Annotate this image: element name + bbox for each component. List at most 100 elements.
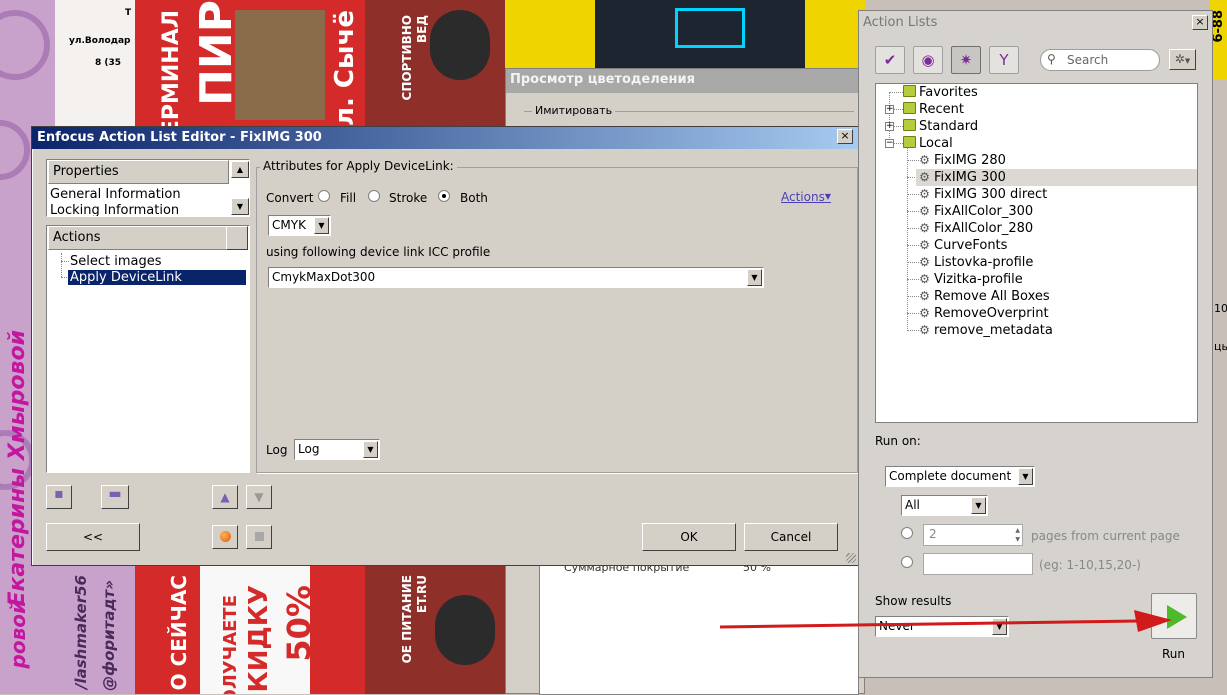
- attributes-legend: Attributes for Apply DeviceLink:: [260, 159, 457, 173]
- profile-select[interactable]: CmykMaxDot300 ▼: [268, 267, 764, 288]
- background-circuit-banner: [595, 0, 805, 70]
- run-on-select[interactable]: Complete document ▼: [885, 466, 1035, 487]
- red-arrow-annotation: [720, 610, 1172, 632]
- stroke-radio-label: Stroke: [389, 191, 428, 205]
- folder-icon: [903, 136, 916, 148]
- ok-button[interactable]: OK: [642, 523, 736, 551]
- gear-icon: ✷: [959, 51, 973, 69]
- tree-item-listovka-profile[interactable]: ⚙ Listovka-profile: [918, 254, 1033, 271]
- action-gear-icon: ⚙: [919, 238, 930, 252]
- background-wood-banner-bottom: ОЕ ПИТАНИЕ ET.RU: [365, 565, 505, 694]
- stop-button[interactable]: [246, 525, 272, 549]
- checkmark-icon: ✔: [883, 51, 897, 69]
- log-dropdown-icon: ▼: [363, 441, 378, 458]
- search-input[interactable]: ⚲ Search: [1040, 49, 1160, 71]
- action-gear-icon: ⚙: [919, 306, 930, 320]
- tree-item-remove-metadata[interactable]: ⚙ remove_metadata: [918, 322, 1053, 339]
- background-handle-text-2: @форитадт»: [100, 580, 118, 691]
- convert-label: Convert: [266, 191, 314, 205]
- folder-icon: [903, 119, 916, 131]
- fill-radio[interactable]: [318, 190, 330, 202]
- tree-item-fiximg-300-direct[interactable]: ⚙ FixIMG 300 direct: [918, 186, 1047, 203]
- color-space-dropdown-icon: ▼: [314, 217, 329, 234]
- record-button[interactable]: [212, 525, 238, 549]
- page-range-radio[interactable]: [901, 556, 913, 568]
- collapse-local-icon[interactable]: −: [885, 139, 894, 148]
- tree-item-remove-all-boxes[interactable]: ⚙ Remove All Boxes: [918, 288, 1050, 305]
- background-discount-card: ПОЛУЧАЕТЕ СКИДКУ 50%: [200, 565, 310, 694]
- tree-item-fiximg-300[interactable]: ⚙ FixIMG 300: [916, 169, 1197, 186]
- actions-menu-link[interactable]: Actions▼: [781, 190, 831, 204]
- tree-item-vizitka-profile[interactable]: ⚙ Vizitka-profile: [918, 271, 1023, 288]
- action-gear-icon: ⚙: [919, 187, 930, 201]
- expand-recent-icon[interactable]: +: [885, 105, 894, 114]
- stroke-radio[interactable]: [368, 190, 380, 202]
- actions-list[interactable]: Actions Select images Apply DeviceLink: [46, 225, 250, 473]
- tree-item-fixallcolor-280[interactable]: ⚙ FixAllColor_280: [918, 220, 1033, 237]
- log-select[interactable]: Log ▼: [294, 439, 380, 460]
- collapse-button[interactable]: <<: [46, 523, 140, 551]
- tree-item-curvefonts[interactable]: ⚙ CurveFonts: [918, 237, 1007, 254]
- properties-item-locking[interactable]: Locking Information: [50, 203, 179, 216]
- settings-menu-button[interactable]: ✲▼: [1169, 49, 1196, 70]
- both-radio[interactable]: [438, 190, 450, 202]
- action-gear-icon: ⚙: [919, 204, 930, 218]
- add-action-button[interactable]: ▪: [46, 485, 72, 509]
- expand-standard-icon[interactable]: +: [885, 122, 894, 131]
- actions-header[interactable]: Actions: [48, 226, 227, 250]
- action-lists-close-button[interactable]: ×: [1192, 15, 1208, 30]
- properties-scroll-up[interactable]: ▲: [231, 161, 249, 178]
- tree-item-removeoverprint[interactable]: ⚙ RemoveOverprint: [918, 305, 1048, 322]
- tree-item-fixallcolor-300[interactable]: ⚙ FixAllColor_300: [918, 203, 1033, 220]
- tree-item-fiximg-280[interactable]: ⚙ FixIMG 280: [918, 152, 1006, 169]
- action-lists-tree[interactable]: + + − Favorites Recent Standard Local ⚙ F…: [875, 83, 1198, 423]
- action-gear-icon: ⚙: [919, 170, 930, 184]
- tree-folder-local[interactable]: Local: [903, 135, 953, 152]
- editor-close-button[interactable]: ×: [837, 129, 853, 144]
- tree-folder-favorites[interactable]: Favorites: [903, 84, 978, 101]
- background-white-card: ул.Володар Т 8 (35: [55, 0, 135, 130]
- properties-header[interactable]: Properties: [48, 160, 229, 184]
- properties-list[interactable]: Properties General Information Locking I…: [46, 159, 250, 217]
- action-gear-icon: ⚙: [919, 221, 930, 235]
- cancel-button[interactable]: Cancel: [744, 523, 838, 551]
- properties-item-general[interactable]: General Information: [50, 187, 181, 202]
- local-filter-button[interactable]: ✷: [951, 46, 981, 74]
- properties-scroll-down[interactable]: ▼: [231, 198, 249, 215]
- background-handle-text: /lashmaker56: [72, 575, 90, 689]
- move-up-button[interactable]: ▲: [212, 485, 238, 509]
- globe-icon: ◉: [921, 51, 935, 69]
- tree-folder-standard[interactable]: Standard: [903, 118, 978, 135]
- action-gear-icon: ⚙: [919, 255, 930, 269]
- folder-icon: [903, 85, 916, 97]
- pages-select[interactable]: All ▼: [901, 495, 988, 516]
- pages-from-current-radio[interactable]: [901, 527, 913, 539]
- action-item-apply-devicelink[interactable]: Apply DeviceLink: [68, 270, 246, 285]
- branch-icon: Y: [999, 51, 1009, 69]
- settings-gear-icon: ✲: [1174, 52, 1185, 66]
- background-right-text: 100: [1214, 302, 1227, 315]
- tree-folder-recent[interactable]: Recent: [903, 101, 964, 118]
- editor-title: Enfocus Action List Editor - FixIMG 300: [37, 130, 322, 145]
- action-item-select-images[interactable]: Select images: [70, 254, 162, 269]
- folder-icon: [903, 102, 916, 114]
- background-name-text-2: ровой: [6, 600, 30, 669]
- global-filter-button[interactable]: ◉: [913, 46, 943, 74]
- action-gear-icon: ⚙: [919, 289, 930, 303]
- checked-filter-button[interactable]: ✔: [875, 46, 905, 74]
- resize-grip-icon[interactable]: [846, 553, 856, 563]
- stop-icon: [254, 532, 264, 541]
- remove-action-button[interactable]: ▬: [101, 485, 129, 509]
- move-down-button[interactable]: ▼: [246, 485, 272, 509]
- run-label: Run: [1162, 647, 1186, 661]
- page-range-input[interactable]: [923, 553, 1033, 575]
- merge-filter-button[interactable]: Y: [989, 46, 1019, 74]
- pages-count-stepper[interactable]: 2 ▲ ▼: [923, 524, 1023, 546]
- action-gear-icon: ⚙: [919, 153, 930, 167]
- record-icon: [219, 531, 231, 542]
- action-lists-panel: Action Lists × ✔ ◉ ✷ Y ⚲ Search ✲▼ + + −…: [858, 10, 1213, 678]
- stepper-arrows-icon: ▲ ▼: [1015, 527, 1020, 543]
- actions-header-extra: [226, 226, 248, 250]
- pages-dropdown-icon: ▼: [971, 497, 986, 514]
- color-space-select[interactable]: CMYK ▼: [268, 215, 331, 236]
